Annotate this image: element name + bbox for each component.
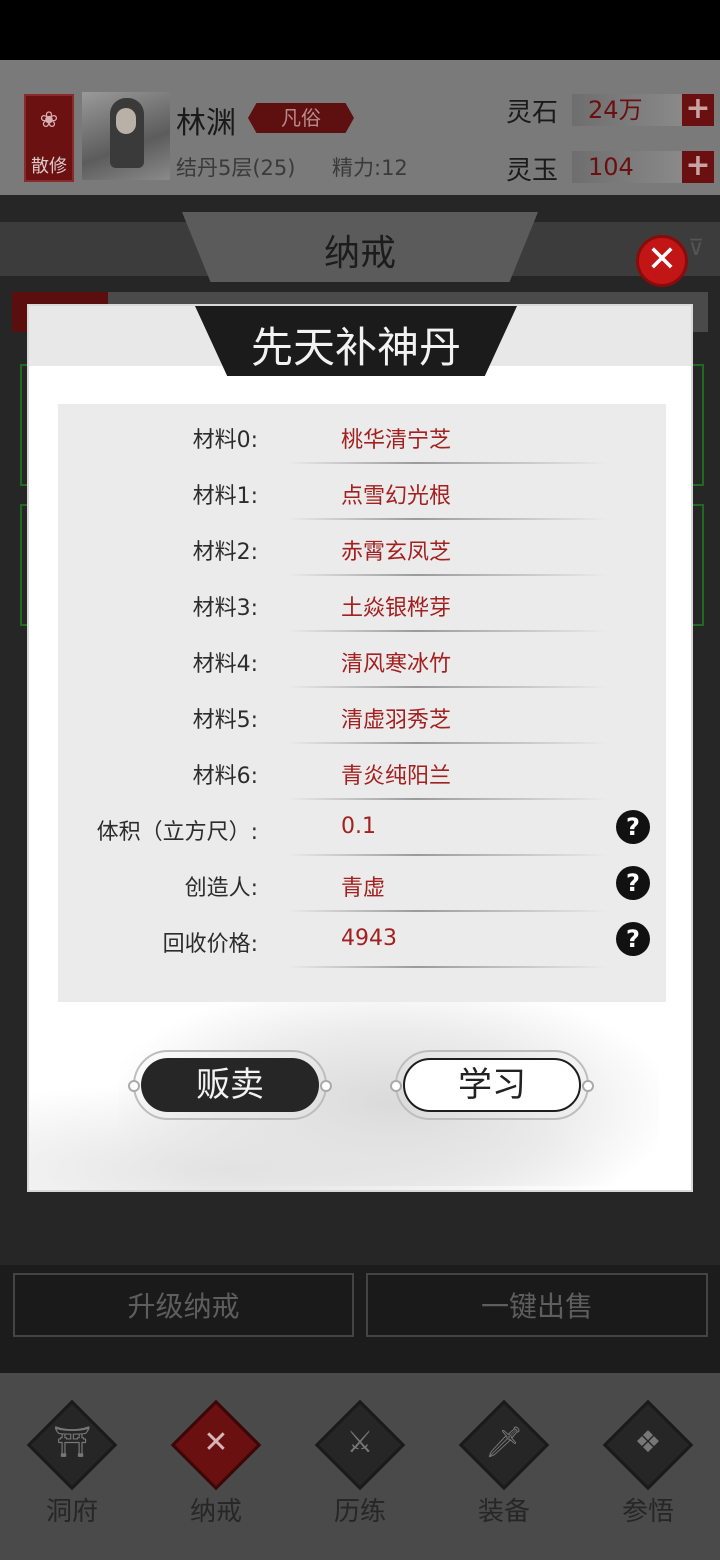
info-row: 创造人: 青虚 ? [58,860,666,916]
energy-stat: 精力:12 [332,156,408,180]
button-knob [582,1080,594,1092]
book-icon: ❖ [634,1425,662,1460]
nav-item-insight[interactable]: ❖ 参悟 [576,1373,720,1560]
nav-label: 纳戒 [189,1497,242,1527]
info-key: 材料0: [192,428,258,453]
row-divider [288,742,608,744]
info-key: 体积（立方尺）: [96,820,258,845]
sell-button-label: 贩卖 [141,1058,319,1112]
info-value: 清风寒冰竹 [341,652,452,677]
ring-x-icon: ✕ [203,1425,229,1460]
info-row: 体积（立方尺）: 0.1 ? [58,804,666,860]
avatar-face [116,108,136,134]
add-spirit-jade-button[interactable]: + [682,151,714,183]
info-row: 材料5: 清虚羽秀芝 [58,692,666,748]
spirit-jade-value: 104 [572,151,684,183]
item-info-table: 材料0: 桃华清宁芝 材料1: 点雪幻光根 材料2: 赤霄玄凤芝 材料3: 土焱… [58,404,666,1002]
row-divider [288,854,608,856]
info-row: 材料2: 赤霄玄凤芝 [58,524,666,580]
spirit-stone-value: 24万 [572,94,684,126]
info-row: 回收价格: 4943 ? [58,916,666,972]
info-key: 材料4: [192,652,258,677]
spirit-jade-label: 灵玉 [506,156,559,186]
info-value: 4943 [341,926,397,951]
nav-item-ring[interactable]: ✕ 纳戒 [144,1373,288,1560]
row-divider [288,462,608,464]
learn-button-label: 学习 [403,1058,581,1112]
info-key: 材料1: [192,484,258,509]
info-value: 赤霄玄凤芝 [341,540,452,565]
info-row: 材料4: 清风寒冰竹 [58,636,666,692]
lotus-icon: ❀ [39,108,59,133]
row-divider [288,686,608,688]
filter-icon[interactable]: ⊽ [688,236,704,261]
nav-item-training[interactable]: ⚔ 历练 [288,1373,432,1560]
row-divider [288,518,608,520]
row-divider [288,910,608,912]
bottom-nav: ⛩ 洞府 ✕ 纳戒 ⚔ 历练 🗡 装备 ❖ 参悟 [0,1373,720,1560]
sell-button[interactable]: 贩卖 [128,1050,332,1120]
info-row: 材料0: 桃华清宁芝 [58,412,666,468]
spirit-stone-label: 灵石 [506,98,559,128]
status-bar [0,0,720,60]
learn-button[interactable]: 学习 [390,1050,594,1120]
button-knob [390,1080,402,1092]
button-knob [128,1080,140,1092]
help-icon[interactable]: ? [616,922,650,956]
info-row: 材料1: 点雪幻光根 [58,468,666,524]
nav-item-equipment[interactable]: 🗡 装备 [432,1373,576,1560]
info-row: 材料6: 青炎纯阳兰 [58,748,666,804]
sell-all-button[interactable]: 一键出售 [366,1273,708,1337]
info-key: 材料5: [192,708,258,733]
sect-label: 散修 [31,156,67,177]
info-value: 0.1 [341,814,376,839]
nav-label: 历练 [333,1497,386,1527]
info-key: 回收价格: [162,932,258,957]
help-icon[interactable]: ? [616,866,650,900]
button-knob [320,1080,332,1092]
info-key: 材料3: [192,596,258,621]
info-row: 材料3: 土焱银桦芽 [58,580,666,636]
info-key: 材料6: [192,764,258,789]
nav-label: 装备 [477,1497,530,1527]
info-value: 点雪幻光根 [341,484,452,509]
avatar[interactable] [82,92,170,180]
nav-item-cave[interactable]: ⛩ 洞府 [0,1373,144,1560]
upgrade-ring-button[interactable]: 升级纳戒 [13,1273,354,1337]
info-key: 材料2: [192,540,258,565]
info-value: 清虚羽秀芝 [341,708,452,733]
item-detail-dialog: 先天补神丹 材料0: 桃华清宁芝 材料1: 点雪幻光根 材料2: 赤霄玄凤芝 材… [27,304,693,1192]
sect-badge[interactable]: ❀ 散修 [24,94,74,182]
close-button[interactable]: ✕ [636,235,688,287]
add-spirit-stone-button[interactable]: + [682,94,714,126]
crossed-swords-icon: ⚔ [346,1425,374,1460]
dialog-title: 先天补神丹 [250,323,461,372]
info-value: 土焱银桦芽 [341,596,452,621]
panel-title: 纳戒 [323,233,396,274]
realm-level: 结丹5层(25) [176,156,296,180]
row-divider [288,574,608,576]
pavilion-icon: ⛩ [52,1425,92,1460]
nav-label: 洞府 [45,1497,98,1527]
row-divider [288,630,608,632]
info-value: 青炎纯阳兰 [341,764,452,789]
info-key: 创造人: [184,876,258,901]
player-name: 林渊 [176,106,236,141]
help-icon[interactable]: ? [616,810,650,844]
row-divider [288,966,608,968]
info-value: 桃华清宁芝 [341,428,452,453]
sword-icon: 🗡 [484,1425,524,1460]
nav-label: 参悟 [621,1497,674,1527]
rank-badge: 凡俗 [248,103,354,133]
info-value: 青虚 [341,876,386,901]
row-divider [288,798,608,800]
